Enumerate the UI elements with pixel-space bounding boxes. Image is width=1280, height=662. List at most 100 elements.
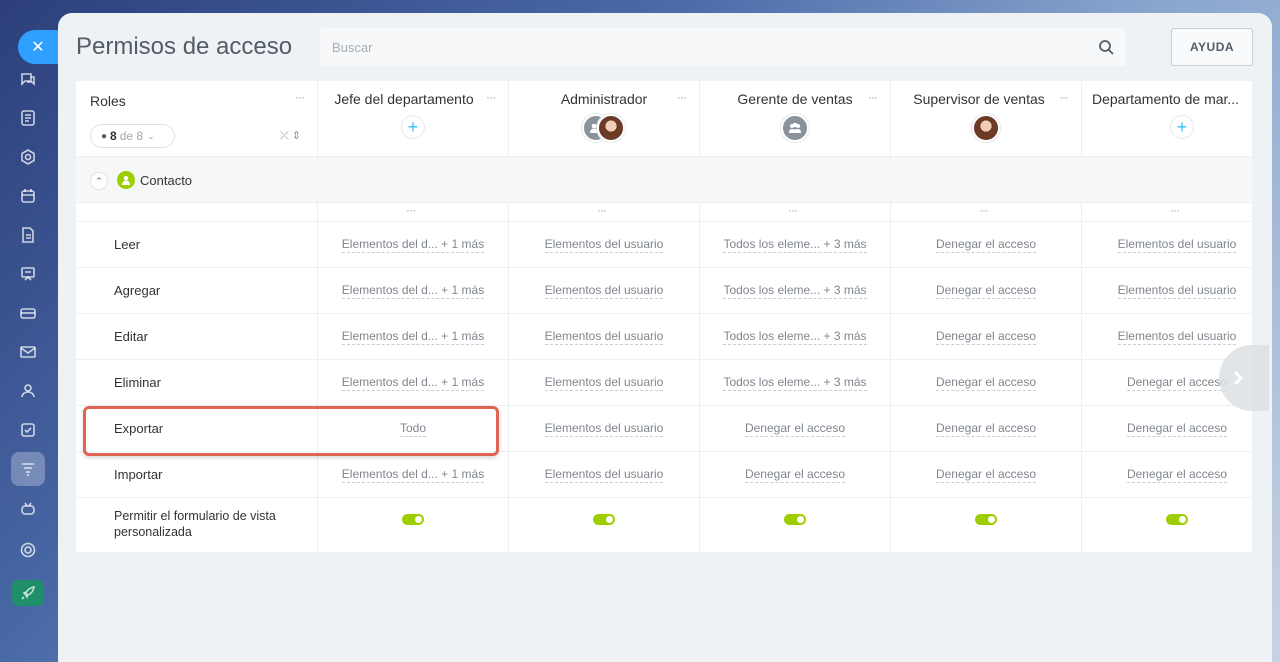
column-actions-icon[interactable]: ···: [406, 203, 416, 217]
mail-icon[interactable]: [17, 341, 39, 363]
column-menu-icon[interactable]: ···: [677, 90, 687, 104]
chevron-down-icon: ⌄: [147, 130, 155, 141]
permission-cell[interactable]: Elementos del usuario: [509, 421, 699, 437]
column-actions-row: ··· ··· ··· ··· ···: [76, 203, 1252, 222]
permission-cell[interactable]: Elementos del usuario: [1082, 237, 1252, 253]
permission-cell[interactable]: Elementos del d... + 1 más: [318, 467, 508, 483]
roles-menu-icon[interactable]: ···: [295, 90, 305, 104]
role-name: Jefe del departamento: [334, 91, 474, 107]
user-avatar[interactable]: [972, 114, 1000, 142]
table-header: Roles ··· ● 8 de 8 ⌄ ⤫ ⇕ Jefe del depart…: [76, 81, 1252, 157]
calendar-icon[interactable]: [17, 185, 39, 207]
tasks-icon[interactable]: [17, 419, 39, 441]
search-input[interactable]: Buscar: [320, 28, 1126, 66]
permission-cell[interactable]: Elementos del usuario: [509, 283, 699, 299]
permission-cell[interactable]: Todos los eleme... + 3 más: [700, 237, 890, 253]
feed-icon[interactable]: [17, 107, 39, 129]
permission-cell[interactable]: Todo: [318, 421, 508, 437]
contacts-icon[interactable]: [17, 380, 39, 402]
collapse-expand-icon[interactable]: ⤫ ⇕: [280, 129, 301, 143]
roles-visibility-selector[interactable]: ● 8 de 8 ⌄: [90, 124, 175, 148]
permission-label: Exportar: [114, 421, 164, 436]
search-placeholder: Buscar: [332, 39, 373, 55]
chat-icon[interactable]: [17, 68, 39, 90]
robot-icon[interactable]: [17, 497, 39, 519]
permission-cell[interactable]: Elementos del usuario: [1082, 283, 1252, 299]
permission-cell[interactable]: Todos los eleme... + 3 más: [700, 283, 890, 299]
permissions-table: Roles ··· ● 8 de 8 ⌄ ⤫ ⇕ Jefe del depart…: [76, 81, 1252, 552]
permission-cell[interactable]: Elementos del d... + 1 más: [318, 329, 508, 345]
user-avatar[interactable]: [597, 114, 625, 142]
column-actions-icon[interactable]: ···: [1170, 203, 1180, 217]
toggle-switch[interactable]: [784, 514, 806, 525]
column-header-role-2: Administrador ···: [509, 81, 699, 157]
permission-cell[interactable]: Elementos del d... + 1 más: [318, 375, 508, 391]
add-member-button[interactable]: +: [1170, 115, 1194, 139]
table-row: Eliminar Elementos del d... + 1 más Elem…: [76, 360, 1252, 406]
permission-cell[interactable]: Elementos del d... + 1 más: [318, 283, 508, 299]
permission-cell[interactable]: Todos los eleme... + 3 más: [700, 329, 890, 345]
permission-cell[interactable]: Denegar el acceso: [891, 467, 1081, 483]
table-row: Importar Elementos del d... + 1 más Elem…: [76, 452, 1252, 498]
roles-label: Roles: [90, 93, 126, 109]
permission-cell[interactable]: Denegar el acceso: [891, 375, 1081, 391]
permission-label: Editar: [114, 329, 148, 344]
drive-icon[interactable]: [17, 302, 39, 324]
table-row: Agregar Elementos del d... + 1 más Eleme…: [76, 268, 1252, 314]
permission-cell[interactable]: Elementos del usuario: [509, 375, 699, 391]
column-menu-icon[interactable]: ···: [868, 90, 878, 104]
role-name: Supervisor de ventas: [913, 91, 1045, 107]
column-header-role-1: Jefe del departamento ··· +: [318, 81, 508, 157]
permission-cell[interactable]: Denegar el acceso: [700, 467, 890, 483]
group-avatar[interactable]: [781, 114, 809, 142]
permission-cell[interactable]: Elementos del d... + 1 más: [318, 237, 508, 253]
permission-cell[interactable]: Denegar el acceso: [1082, 467, 1252, 483]
toggle-switch[interactable]: [1166, 514, 1188, 525]
permission-cell[interactable]: Denegar el acceso: [891, 329, 1081, 345]
permission-label: Leer: [114, 237, 141, 252]
role-name: Administrador: [560, 91, 648, 107]
permission-cell[interactable]: Elementos del usuario: [509, 237, 699, 253]
toggle-switch[interactable]: [975, 514, 997, 525]
left-rail: ✕: [0, 0, 58, 662]
column-menu-icon[interactable]: ···: [486, 90, 496, 104]
column-header-role-3: Gerente de ventas ···: [700, 81, 890, 157]
permission-cell[interactable]: Todos los eleme... + 3 más: [700, 375, 890, 391]
permission-cell[interactable]: Denegar el acceso: [1082, 421, 1252, 437]
column-actions-icon[interactable]: ···: [979, 203, 989, 217]
hexagon-icon[interactable]: [17, 146, 39, 168]
document-icon[interactable]: [17, 224, 39, 246]
total-roles-label: de 8: [119, 129, 144, 143]
chevron-up-icon[interactable]: ⌃: [90, 172, 108, 190]
toggle-switch[interactable]: [402, 514, 424, 525]
permission-cell[interactable]: Elementos del usuario: [509, 467, 699, 483]
permission-cell[interactable]: Denegar el acceso: [700, 421, 890, 437]
permission-label: Agregar: [114, 283, 161, 298]
column-actions-icon[interactable]: ···: [788, 203, 798, 217]
column-actions-icon[interactable]: ···: [597, 203, 607, 217]
permission-cell[interactable]: Denegar el acceso: [891, 421, 1081, 437]
permission-cell[interactable]: Elementos del usuario: [1082, 329, 1252, 345]
toggle-switch[interactable]: [593, 514, 615, 525]
column-menu-icon[interactable]: ···: [1059, 90, 1069, 104]
crm-funnel-icon[interactable]: [11, 452, 45, 486]
role-name: Gerente de ventas: [737, 91, 853, 107]
column-header-role-4: Supervisor de ventas ···: [891, 81, 1081, 157]
settings-icon[interactable]: [17, 539, 39, 561]
table-row: Editar Elementos del d... + 1 más Elemen…: [76, 314, 1252, 360]
permission-label: Importar: [114, 467, 163, 482]
close-icon[interactable]: ✕: [18, 30, 58, 64]
help-button[interactable]: AYUDA: [1171, 28, 1253, 66]
eye-icon: ●: [101, 130, 108, 142]
permission-cell[interactable]: Denegar el acceso: [891, 283, 1081, 299]
permission-cell[interactable]: Elementos del usuario: [509, 329, 699, 345]
chevron-right-icon: [1233, 371, 1244, 385]
permission-cell[interactable]: Denegar el acceso: [891, 237, 1081, 253]
role-name: Departamento de mar...: [1092, 91, 1240, 107]
add-member-button[interactable]: +: [401, 115, 425, 139]
section-contacto[interactable]: ⌃ Contacto: [76, 157, 1252, 203]
board-icon[interactable]: [17, 263, 39, 285]
rocket-icon[interactable]: [12, 580, 44, 606]
search-icon[interactable]: [1086, 39, 1126, 55]
table-row: Leer Elementos del d... + 1 más Elemento…: [76, 222, 1252, 268]
